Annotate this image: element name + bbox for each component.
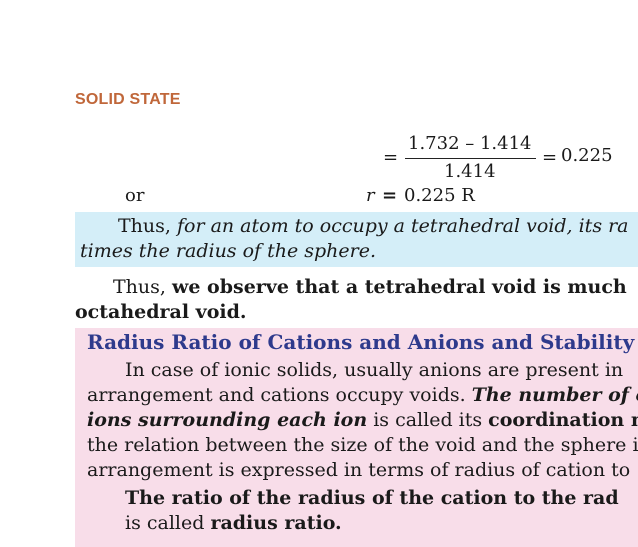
section-header: SOLID STATE [75,91,181,108]
section-heading: Radius Ratio of Cations and Anions and S… [87,330,635,354]
paragraph-line-4: the relation between the size of the voi… [87,434,638,456]
note-text-1: for an atom to occupy a tetrahedral void… [176,215,629,237]
fraction-denominator: 1.414 [444,161,496,182]
observation-text-1: we observe that a tetrahedral void is mu… [171,276,627,298]
note-line-1: Thus, for an atom to occupy a tetrahedra… [118,215,629,237]
equals-sign-2: = [542,147,558,168]
coordination-term: coordination nu [488,409,638,431]
definition-line-2: is called radius ratio. [125,512,342,534]
paragraph-line-3: ions surrounding each ion is called its … [87,409,638,431]
observation-line-1: Thus, we observe that a tetrahedral void… [113,276,627,298]
note-lead: Thus, [118,215,171,237]
paragraph-line-1: In case of ionic solids, usually anions … [125,359,624,381]
or-label: or [125,185,145,206]
paragraph-line-2-emph: The number of op [471,384,638,406]
r-equals: = [382,185,398,206]
r-variable: r [366,185,375,206]
observation-lead: Thus, [113,276,166,298]
paragraph-line-2: arrangement and cations occupy voids. Th… [87,384,638,406]
equation-result: 0.225 [561,145,613,166]
radius-ratio-term: radius ratio. [210,512,342,534]
definition-line-2-plain: is called [125,512,205,534]
equals-sign: = [383,147,399,168]
paragraph-line-2-plain: arrangement and cations occupy voids. [87,384,466,406]
observation-line-2: octahedral void. [75,301,247,323]
paragraph-line-3-plain: is called its [373,409,483,431]
paragraph-line-5: arrangement is expressed in terms of rad… [87,459,631,481]
r-value: 0.225 R [404,185,475,206]
fraction-bar [405,158,536,160]
paragraph-line-3-emph: ions surrounding each ion [87,409,368,431]
fraction-numerator: 1.732 – 1.414 [408,133,532,154]
note-line-2: times the radius of the sphere. [80,240,377,262]
definition-line-1: The ratio of the radius of the cation to… [125,487,619,509]
